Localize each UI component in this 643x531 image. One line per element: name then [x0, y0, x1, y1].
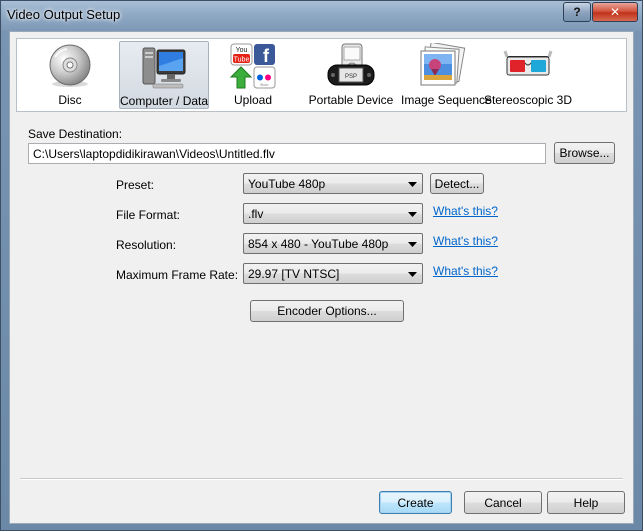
preset-label: Preset:	[116, 178, 155, 192]
tab-image-sequence[interactable]: Image Sequence	[401, 41, 492, 109]
file-format-value: .flv	[248, 207, 264, 221]
resolution-select[interactable]: 854 x 480 - YouTube 480p	[243, 233, 423, 254]
chevron-down-icon	[406, 268, 418, 280]
resolution-help-link[interactable]: What's this?	[433, 234, 498, 248]
frame-rate-value: 29.97 [TV NTSC]	[248, 267, 340, 281]
dialog-client-area: Disc Computer / Data You Tube f flickr U…	[9, 31, 634, 524]
psp-text: PSP	[345, 74, 357, 80]
portable-device-icon: PSP	[327, 43, 375, 86]
resolution-label: Resolution:	[116, 238, 177, 252]
tab-upload[interactable]: You Tube f flickr Upload	[213, 41, 293, 109]
title-close-button[interactable]: ✕	[592, 2, 638, 22]
tab-stereoscopic-3d[interactable]: Stereoscopic 3D	[483, 41, 573, 109]
question-icon: ?	[573, 5, 581, 19]
computer-icon	[142, 47, 186, 89]
tab-stereoscopic-3d-label: Stereoscopic 3D	[483, 93, 573, 107]
chevron-down-icon	[406, 238, 418, 250]
chevron-down-icon	[406, 178, 418, 190]
create-button[interactable]: Create	[379, 491, 452, 514]
frame-rate-label: Maximum Frame Rate:	[116, 268, 239, 282]
close-icon: ✕	[609, 5, 621, 19]
tab-portable-device-label: Portable Device	[308, 93, 394, 107]
tab-computer-data-label: Computer / Data	[120, 94, 209, 108]
upload-icon: You Tube f flickr	[229, 43, 276, 89]
title-bar[interactable]: Video Output Setup ? ✕	[1, 1, 642, 31]
3d-glasses-icon	[503, 50, 553, 76]
image-sequence-icon	[420, 43, 466, 86]
facebook-text: f	[263, 46, 270, 66]
dialog-window: Video Output Setup ? ✕ Disc Computer / D…	[0, 0, 643, 531]
tab-upload-label: Upload	[233, 93, 273, 107]
frame-rate-select[interactable]: 29.97 [TV NTSC]	[243, 263, 423, 284]
preset-select[interactable]: YouTube 480p	[243, 173, 423, 194]
file-format-label: File Format:	[116, 208, 181, 222]
help-button[interactable]: Help	[547, 491, 625, 514]
tab-disc[interactable]: Disc	[23, 41, 117, 109]
save-path-input[interactable]	[28, 143, 546, 164]
save-destination-label: Save Destination:	[28, 127, 123, 141]
tab-computer-data[interactable]: Computer / Data	[119, 41, 209, 109]
preset-value: YouTube 480p	[248, 177, 326, 191]
resolution-value: 854 x 480 - YouTube 480p	[248, 237, 389, 251]
footer-separator	[20, 478, 623, 480]
tab-portable-device[interactable]: PSP Portable Device	[299, 41, 403, 109]
chevron-down-icon	[406, 208, 418, 220]
browse-button[interactable]: Browse...	[554, 142, 615, 164]
cancel-button[interactable]: Cancel	[464, 491, 542, 514]
disc-icon	[49, 44, 91, 87]
detect-button[interactable]: Detect...	[430, 173, 484, 194]
frame-rate-help-link[interactable]: What's this?	[433, 264, 498, 278]
youtube-text-tube: Tube	[234, 57, 250, 64]
output-type-tabbar: Disc Computer / Data You Tube f flickr U…	[16, 38, 627, 112]
file-format-select[interactable]: .flv	[243, 203, 423, 224]
encoder-options-button[interactable]: Encoder Options...	[250, 300, 404, 322]
tab-image-sequence-label: Image Sequence	[401, 93, 492, 107]
youtube-text-you: You	[236, 47, 248, 54]
window-title: Video Output Setup	[7, 7, 121, 22]
file-format-help-link[interactable]: What's this?	[433, 204, 498, 218]
tab-disc-label: Disc	[58, 93, 82, 107]
flickr-text: flickr	[260, 82, 269, 87]
title-help-button[interactable]: ?	[563, 2, 591, 22]
